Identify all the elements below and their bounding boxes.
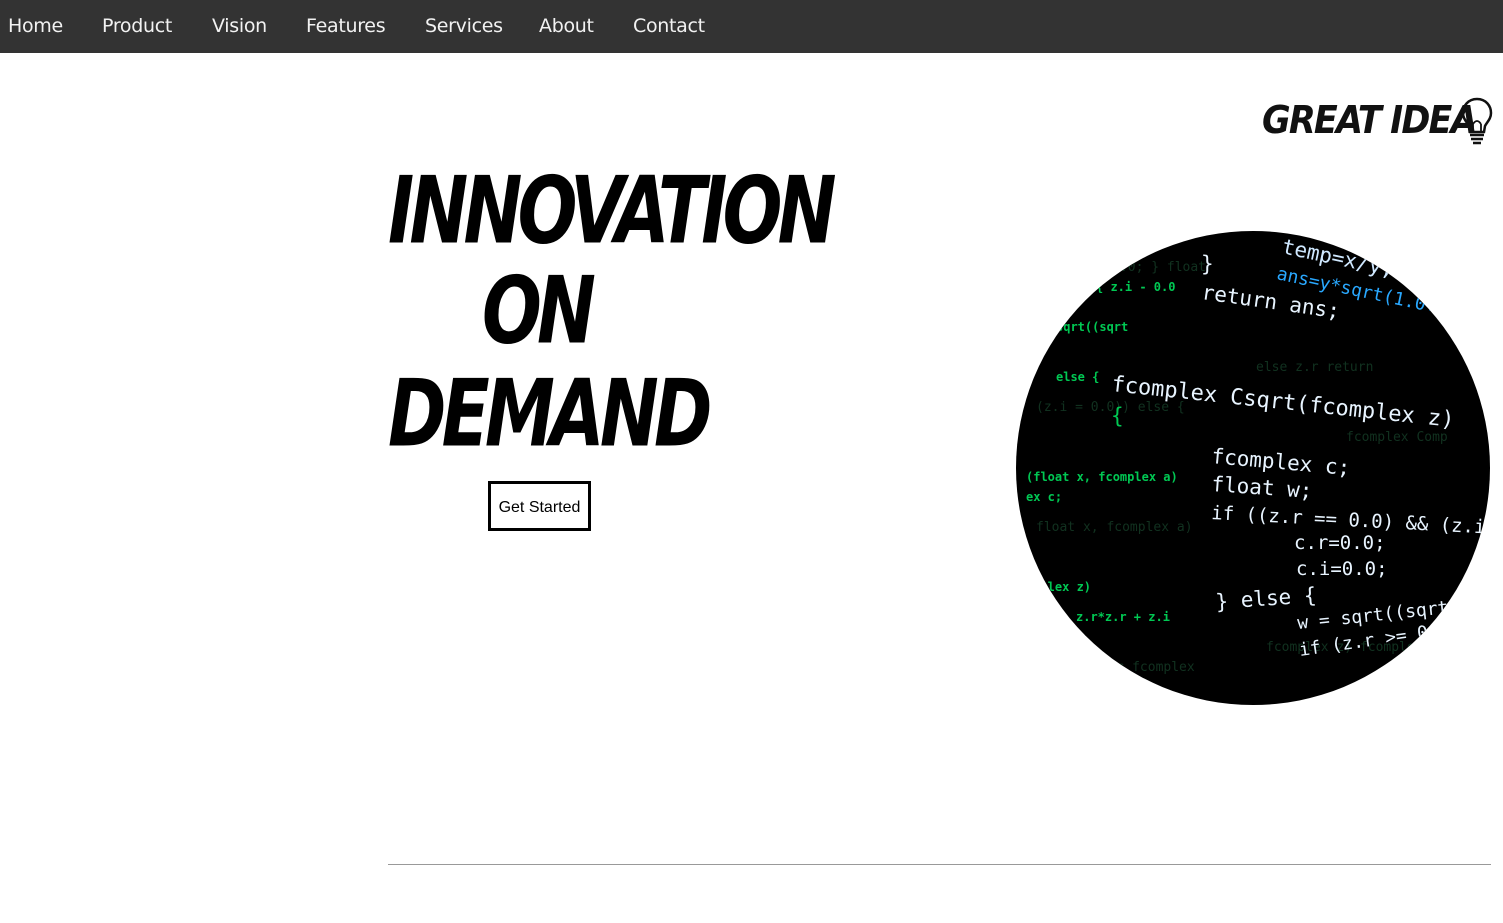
code-line: float w; <box>1211 472 1314 503</box>
hero-title-line-1: Innovation <box>388 156 837 265</box>
code-image-art: else { c.i=0.0; } float else z.r return … <box>1026 234 1490 675</box>
nav-services[interactable]: Services <box>425 0 503 53</box>
svg-text:fcomplex Comp: fcomplex Comp <box>1346 430 1448 445</box>
svg-text:fcomplex c fcomplex: fcomplex c fcomplex <box>1046 660 1195 675</box>
code-line: } <box>1201 252 1214 276</box>
svg-text:omplex z): omplex z) <box>1026 580 1091 594</box>
hero-title-line-2: On <box>482 256 596 365</box>
lightbulb-icon <box>1461 97 1493 145</box>
nav-product[interactable]: Product <box>102 0 172 53</box>
svg-text:float x, fcomplex a): float x, fcomplex a) <box>1036 520 1193 535</box>
hero-title-line-3: Demand <box>388 359 712 468</box>
svg-text:else z.r return: else z.r return <box>1256 360 1373 375</box>
svg-text:(float x, fcomplex a): (float x, fcomplex a) <box>1026 470 1178 484</box>
great-idea-logo[interactable]: GREAT IDEA <box>1262 94 1494 146</box>
top-navbar: Home Product Vision Features Services Ab… <box>0 0 1503 53</box>
code-line: c.r=0.0; <box>1294 532 1386 554</box>
svg-text:else { c.i=0.0; } float: else { c.i=0.0; } float <box>1026 260 1206 275</box>
logo-text: GREAT IDEA <box>1262 98 1478 142</box>
svg-text:ex c;: ex c; <box>1026 490 1062 504</box>
nav-about[interactable]: About <box>539 0 594 53</box>
nav-vision[interactable]: Vision <box>212 0 267 53</box>
code-circle-image: else { c.i=0.0; } float else z.r return … <box>1016 231 1490 705</box>
nav-features[interactable]: Features <box>306 0 386 53</box>
code-line: c.i=0.0; <box>1296 558 1388 580</box>
code-line: { <box>1111 404 1124 428</box>
nav-contact[interactable]: Contact <box>633 0 705 53</box>
svg-text:else {: else { <box>1056 370 1099 384</box>
svg-text:z.r*z.r + z.i: z.r*z.r + z.i <box>1076 610 1170 624</box>
svg-text:sqrt((sqrt: sqrt((sqrt <box>1056 320 1128 334</box>
code-line: } else { <box>1215 583 1318 614</box>
nav-home[interactable]: Home <box>8 0 63 53</box>
section-divider <box>388 864 1491 865</box>
get-started-button[interactable]: Get Started <box>488 481 591 531</box>
svg-text:{ z.i - 0.0: { z.i - 0.0 <box>1096 280 1175 294</box>
